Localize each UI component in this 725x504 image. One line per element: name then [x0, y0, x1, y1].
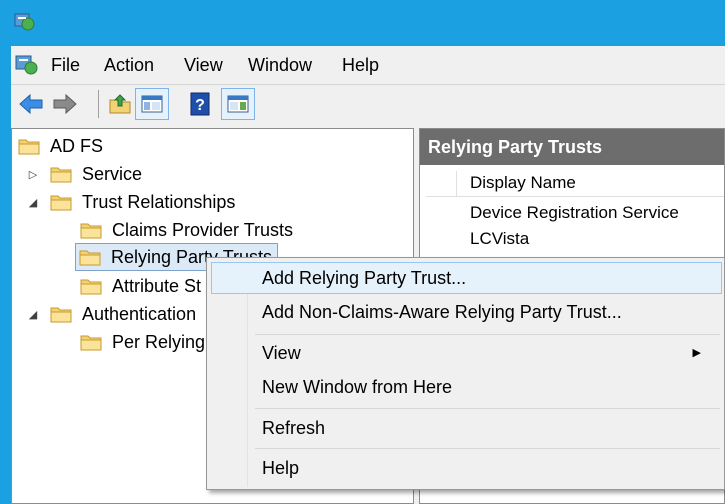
back-icon — [19, 93, 43, 115]
forward-button[interactable] — [48, 88, 82, 120]
menu-bar: File Action View Window Help — [11, 46, 725, 84]
app-icon — [14, 11, 36, 38]
folder-icon — [79, 248, 101, 266]
up-one-level-button[interactable] — [103, 88, 137, 120]
menu-window[interactable]: Window — [246, 54, 314, 76]
folder-icon — [50, 193, 72, 211]
show-hide-console-tree-button[interactable] — [135, 88, 169, 120]
expand-arrow-icon[interactable]: ▷ — [26, 167, 40, 181]
tree-item-trust-relationships[interactable]: ◢ Trust Relationships — [26, 189, 237, 215]
collapse-arrow-icon[interactable]: ◢ — [26, 307, 40, 321]
column-header-display-name[interactable]: Display Name — [426, 171, 724, 197]
folder-icon — [80, 333, 102, 351]
show-hide-console-tree-icon — [141, 95, 163, 113]
column-header-label: Display Name — [470, 173, 576, 192]
tree-item-per-relying[interactable]: Per Relying — [80, 329, 207, 355]
context-menu: Add Relying Party Trust... Add Non-Claim… — [206, 257, 725, 490]
tree-item-authentication[interactable]: ◢ Authentication — [26, 301, 198, 327]
help-button[interactable]: ? — [183, 88, 217, 120]
tree-item-attribute-stores[interactable]: Attribute St — [80, 273, 203, 299]
menu-item-label: View — [262, 343, 301, 363]
tree-label: Per Relying — [112, 332, 206, 352]
menu-help[interactable]: Help — [340, 54, 381, 76]
column-divider — [456, 171, 457, 197]
help-icon: ? — [190, 92, 210, 116]
menu-separator — [255, 408, 720, 409]
show-hide-action-pane-button[interactable] — [221, 88, 255, 120]
list-item[interactable]: LCVista — [470, 226, 529, 252]
menu-view[interactable]: View — [182, 54, 225, 76]
tree-label: Attribute St — [112, 276, 202, 296]
menu-action[interactable]: Action — [102, 54, 156, 76]
results-pane-header: Relying Party Trusts — [420, 129, 724, 165]
tree-item-ad-fs[interactable]: AD FS — [18, 133, 105, 159]
toolbar: ? — [11, 84, 725, 124]
folder-icon — [80, 221, 102, 239]
collapse-arrow-icon[interactable]: ◢ — [26, 195, 40, 209]
tree-item-claims-provider-trusts[interactable]: Claims Provider Trusts — [80, 217, 295, 243]
folder-icon — [50, 305, 72, 323]
menu-separator — [255, 334, 720, 335]
menu-item-refresh[interactable]: Refresh — [211, 412, 722, 444]
toolbar-divider — [98, 90, 99, 118]
back-button[interactable] — [14, 88, 48, 120]
menu-item-new-window-from-here[interactable]: New Window from Here — [211, 371, 722, 403]
list-item[interactable]: Device Registration Service — [470, 200, 679, 226]
up-folder-icon — [109, 94, 131, 114]
title-bar — [0, 0, 725, 46]
menu-item-view[interactable]: View ▶ — [211, 337, 722, 369]
tree-label: AD FS — [50, 136, 104, 156]
mmc-icon — [14, 54, 40, 81]
show-hide-action-pane-icon — [227, 95, 249, 113]
menu-item-add-non-claims-aware-trust[interactable]: Add Non-Claims-Aware Relying Party Trust… — [211, 296, 722, 328]
submenu-arrow-icon: ▶ — [692, 347, 701, 359]
folder-icon — [80, 277, 102, 295]
tree-label: Claims Provider Trusts — [112, 220, 294, 240]
menu-item-add-relying-party-trust[interactable]: Add Relying Party Trust... — [211, 262, 722, 294]
menu-item-help[interactable]: Help — [211, 452, 722, 484]
menu-file[interactable]: File — [49, 54, 82, 76]
tree-item-service[interactable]: ▷ Service — [26, 161, 144, 187]
folder-icon — [18, 137, 40, 155]
folder-icon — [50, 165, 72, 183]
tree-label: Service — [82, 164, 143, 184]
menu-separator — [255, 448, 720, 449]
forward-icon — [53, 93, 77, 115]
tree-label: Authentication — [82, 304, 197, 324]
svg-text:?: ? — [195, 97, 205, 114]
tree-label: Trust Relationships — [82, 192, 236, 212]
